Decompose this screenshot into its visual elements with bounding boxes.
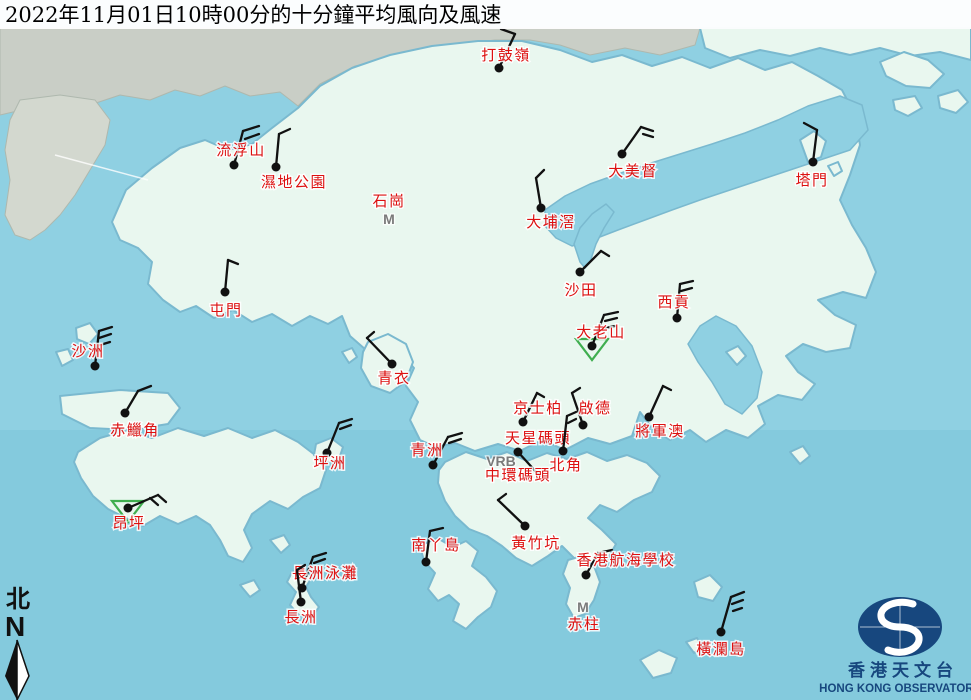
- station-label: 昂坪: [112, 514, 145, 532]
- station-dot-icon: [91, 362, 100, 371]
- station-label: 將軍澳: [635, 422, 685, 440]
- station-label: 青洲: [410, 441, 443, 459]
- station-dot-icon: [422, 558, 431, 567]
- station-label: 北角: [549, 456, 582, 474]
- station-label: 濕地公園: [261, 173, 327, 191]
- station-label: 大美督: [608, 162, 658, 180]
- marker-vrb-central-pier: VRB: [486, 453, 516, 469]
- station-label: 南丫島: [411, 536, 461, 554]
- station-dot-icon: [717, 628, 726, 637]
- station-dot-icon: [429, 461, 438, 470]
- station-label: 香港航海學校: [576, 551, 675, 569]
- hko-logo-english: HONG KONG OBSERVATORY: [819, 683, 971, 695]
- marker-m-stanley: M: [577, 599, 589, 615]
- station-dot-icon: [673, 314, 682, 323]
- compass-north-letter: N: [5, 611, 25, 642]
- station-dot-icon: [297, 598, 306, 607]
- station-label: 沙洲: [71, 342, 104, 360]
- station-dot-icon: [537, 204, 546, 213]
- station-label: 啟德: [578, 399, 611, 417]
- station-dot-icon: [645, 413, 654, 422]
- station-dot-icon: [579, 421, 588, 430]
- station-label: 西貢: [657, 293, 690, 311]
- station-label: 坪洲: [313, 454, 346, 472]
- station-label: 打鼓嶺: [481, 46, 531, 64]
- station-label: 赤鱲角: [110, 421, 160, 439]
- station-label: 青衣: [377, 369, 410, 387]
- station-label: 橫瀾島: [696, 640, 746, 658]
- station-label: 長洲: [284, 608, 317, 626]
- station-dot-icon: [388, 360, 397, 369]
- station-label: 石崗: [372, 192, 405, 210]
- station-dot-icon: [521, 522, 530, 531]
- station-label: 京士柏: [513, 399, 563, 417]
- station-dot-icon: [230, 161, 239, 170]
- station-shek-kong: 石崗: [372, 192, 405, 210]
- compass-north-chinese: 北: [6, 584, 30, 613]
- station-label: 天星碼頭: [505, 429, 571, 447]
- map-canvas: 打鼓嶺流浮山濕地公園石崗屯門沙洲 大埔滘 大美督塔門沙田西貢大老山青衣赤鱲角坪洲 青洲…: [0, 0, 971, 700]
- station-stanley: 赤柱: [567, 615, 600, 633]
- station-dot-icon: [559, 447, 568, 456]
- station-label: 屯門: [209, 301, 242, 319]
- station-label: 流浮山: [216, 141, 266, 159]
- station-dot-icon: [495, 64, 504, 73]
- station-dot-icon: [124, 504, 133, 513]
- station-label: 塔門: [795, 171, 828, 189]
- station-dot-icon: [576, 268, 585, 277]
- marker-m-shek-kong: M: [383, 211, 395, 227]
- station-dot-icon: [519, 418, 528, 427]
- map-title: 2022年11月01日10時00分的十分鐘平均風向及風速: [5, 3, 501, 27]
- title-bar: 2022年11月01日10時00分的十分鐘平均風向及風速: [0, 0, 971, 29]
- station-dot-icon: [221, 288, 230, 297]
- station-label: 赤柱: [567, 615, 600, 633]
- wind-map: 打鼓嶺流浮山濕地公園石崗屯門沙洲 大埔滘 大美督塔門沙田西貢大老山青衣赤鱲角坪洲 青洲…: [0, 0, 971, 700]
- station-dot-icon: [618, 150, 627, 159]
- station-dot-icon: [809, 158, 818, 167]
- hko-logo-chinese: 香港天文台: [848, 660, 958, 681]
- station-label: 大埔滘: [526, 213, 576, 231]
- station-label: 大老山: [576, 323, 626, 341]
- station-label: 沙田: [564, 281, 597, 299]
- station-dot-icon: [582, 571, 591, 580]
- station-dot-icon: [588, 342, 597, 351]
- station-dot-icon: [121, 409, 130, 418]
- station-label: 黃竹坑: [511, 534, 561, 552]
- station-dot-icon: [272, 163, 281, 172]
